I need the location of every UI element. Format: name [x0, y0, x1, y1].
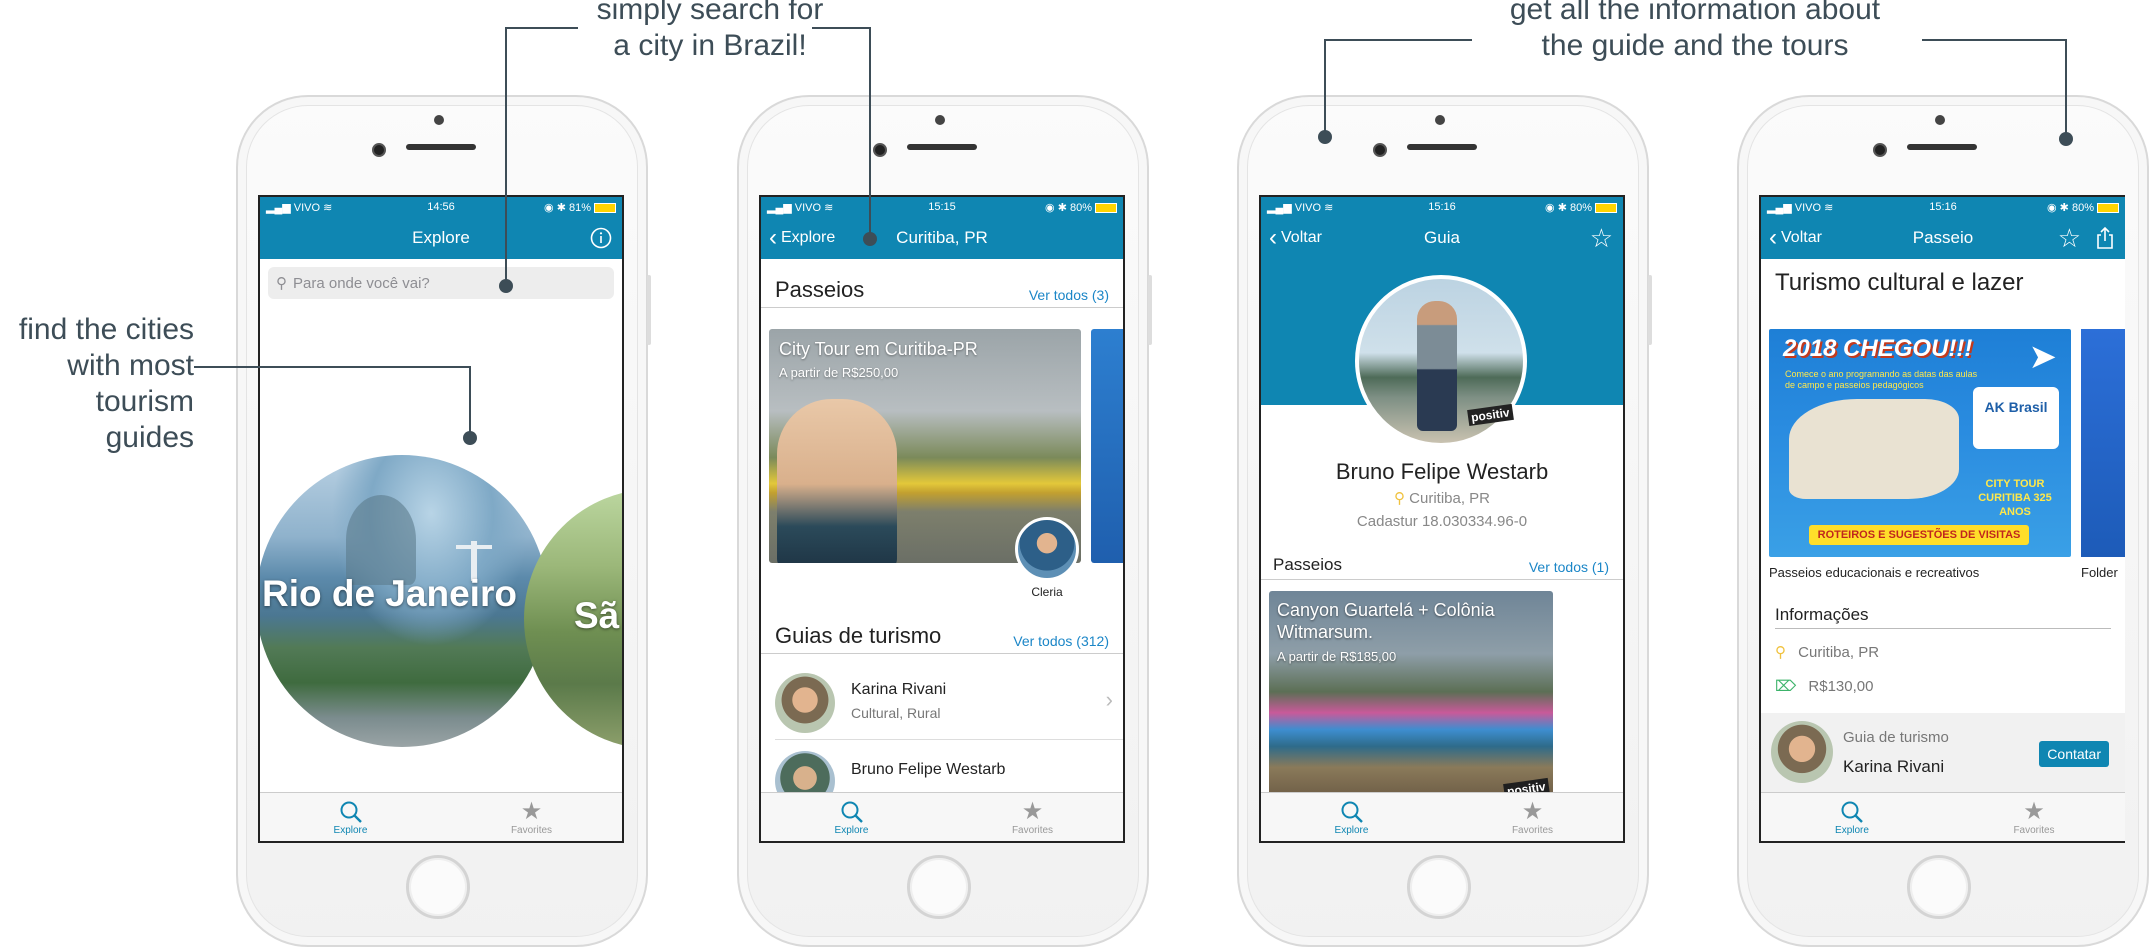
callout-line-cities	[194, 366, 471, 438]
callout-lines	[194, 27, 2073, 445]
callout-line-info	[1324, 39, 1472, 135]
callout-dot	[863, 232, 877, 246]
callout-dot	[463, 431, 477, 445]
callout-line-info-2	[1922, 39, 2067, 137]
callout-line-search	[505, 27, 578, 286]
callout-dot	[2059, 132, 2073, 146]
callout-dot	[1318, 130, 1332, 144]
callout-line-search-2	[812, 27, 871, 239]
callout-dot	[499, 279, 513, 293]
